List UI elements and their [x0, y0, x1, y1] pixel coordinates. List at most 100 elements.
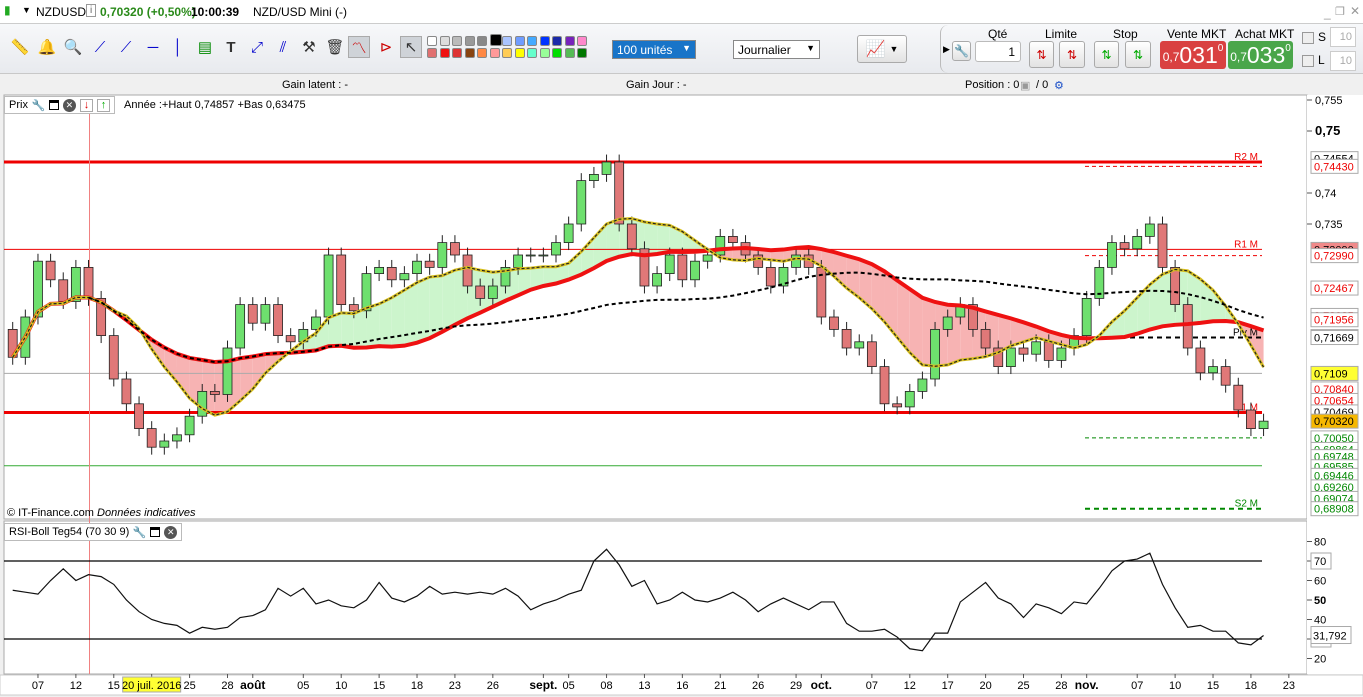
candle-up — [702, 254, 713, 262]
candle-up — [1005, 347, 1016, 368]
candle-up — [601, 161, 612, 175]
candle-up — [487, 285, 498, 299]
level-label: R2 M — [1234, 152, 1258, 163]
move-up-icon[interactable]: ↑ — [96, 98, 110, 112]
x-tick-label: 26 — [752, 680, 764, 692]
candle-down — [83, 266, 94, 299]
y-tick-label: 0,735 — [1315, 219, 1343, 231]
candle-up — [260, 304, 271, 324]
candle-down — [450, 242, 460, 256]
price-panel — [3, 94, 1308, 520]
x-tick-label: 15 — [108, 680, 120, 692]
candle-down — [614, 161, 625, 225]
price-label: 0,68908 — [1314, 504, 1354, 516]
window-icon[interactable] — [48, 100, 59, 110]
rsi-tick-label: 70 — [1314, 556, 1326, 568]
wrench-icon[interactable]: 🔧 — [133, 526, 147, 539]
rsi-legend: RSI-Boll Teg54 (70 30 9) 🔧 ✕ — [4, 523, 183, 541]
candle-up — [1031, 341, 1042, 355]
price-legend: Prix 🔧 ✕ ↓ ↑ — [4, 96, 115, 114]
x-tick-label: 07 — [1131, 680, 1143, 692]
wrench-icon[interactable]: 🔧 — [32, 99, 46, 112]
x-tick-label: 10 — [1169, 680, 1181, 692]
candle-down — [626, 223, 637, 250]
candle-up — [323, 254, 334, 318]
candle-down — [677, 254, 688, 281]
copyright-site: © IT-Finance.com — [7, 507, 94, 519]
x-tick-label: 15 — [1207, 680, 1219, 692]
candle-down — [753, 254, 764, 268]
candle-up — [930, 328, 940, 380]
rsi-panel — [3, 520, 1308, 675]
x-tick-label: 21 — [714, 680, 726, 692]
candle-down — [1233, 384, 1244, 411]
candle-down — [134, 403, 144, 429]
price-label: 0,74430 — [1314, 161, 1354, 173]
candle-down — [1018, 347, 1029, 355]
x-tick-label: 13 — [638, 680, 650, 692]
price-label: 0,72467 — [1314, 283, 1354, 295]
x-tick-label: 26 — [487, 680, 499, 692]
window-icon[interactable] — [150, 527, 161, 537]
price-label: 0,71669 — [1314, 333, 1354, 345]
candle-up — [904, 390, 915, 408]
candle-down — [386, 266, 397, 281]
candle-up — [652, 273, 662, 287]
candle-up — [854, 341, 865, 349]
close-circle-icon[interactable]: ✕ — [164, 525, 178, 539]
ma-fill-area — [379, 297, 392, 347]
copyright: © IT-Finance.com Données indicatives — [7, 507, 195, 519]
candle-down — [462, 254, 473, 287]
x-tick-label: 28 — [1055, 680, 1067, 692]
rsi-tick-label: 50 — [1314, 595, 1326, 607]
x-tick-label: 28 — [221, 680, 233, 692]
candle-down — [1157, 223, 1168, 268]
x-tick-label: 18 — [1245, 680, 1257, 692]
candle-down — [45, 260, 56, 281]
candle-down — [336, 254, 347, 305]
ma-fill-area — [606, 219, 620, 261]
candle-up — [791, 254, 801, 268]
candle-up — [576, 180, 587, 225]
move-down-icon[interactable]: ↓ — [79, 98, 93, 112]
x-tick-label: 16 — [676, 680, 688, 692]
price-label: 0,7109 — [1314, 368, 1348, 380]
candle-down — [866, 341, 877, 367]
candle-up — [538, 254, 549, 257]
candle-up — [437, 242, 448, 268]
close-circle-icon[interactable]: ✕ — [62, 98, 76, 112]
candle-up — [715, 235, 726, 256]
ma-fill-area — [442, 270, 455, 332]
rsi-tick-label: 40 — [1314, 615, 1326, 627]
candle-up — [1132, 235, 1143, 250]
candle-up — [917, 378, 928, 392]
candle-down — [1119, 242, 1130, 250]
candle-down — [1220, 366, 1231, 386]
x-tick-label: 20 juil. 2016 — [122, 680, 181, 692]
candle-up — [563, 223, 574, 244]
candle-down — [727, 235, 738, 243]
candle-up — [159, 440, 170, 448]
price-label: 0,70320 — [1314, 416, 1354, 428]
x-tick-label: août — [240, 678, 265, 692]
price-label: 0,71956 — [1314, 315, 1354, 327]
candle-up — [1056, 347, 1067, 361]
candle-up — [361, 273, 372, 312]
candle-up — [1258, 420, 1269, 430]
y-tick-label: 0,755 — [1315, 95, 1343, 107]
candle-up — [172, 434, 182, 442]
candle-down — [765, 266, 776, 287]
x-tick-label: 08 — [600, 680, 612, 692]
candle-down — [980, 328, 991, 349]
x-tick-label: 10 — [335, 680, 347, 692]
candle-down — [1182, 304, 1193, 349]
candle-up — [399, 273, 410, 281]
candle-down — [247, 304, 258, 324]
rsi-legend-label: RSI-Boll Teg54 (70 30 9) — [9, 526, 130, 538]
candle-down — [1246, 409, 1256, 430]
x-tick-label: 20 — [979, 680, 991, 692]
candle-up — [1107, 242, 1117, 268]
ma-fill-area — [404, 282, 418, 346]
candle-down — [121, 378, 132, 405]
x-tick-label: 05 — [297, 680, 309, 692]
